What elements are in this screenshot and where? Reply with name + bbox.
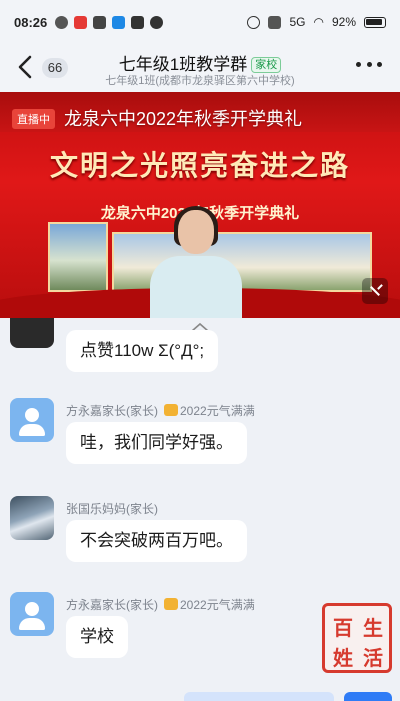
live-badge: 直播中 — [12, 109, 55, 129]
stamp-char: 生 — [363, 618, 383, 640]
wifi-icon: ◠ — [313, 15, 324, 29]
school-tag: 家校 — [251, 57, 282, 73]
network-label: 5G — [289, 15, 306, 29]
app-notification-icon — [131, 15, 145, 29]
sender-name: 方永嘉家长(家长) 2022元气满满 — [66, 596, 255, 613]
status-time: 08:26 — [14, 14, 48, 30]
stamp-char: 姓 — [333, 648, 353, 670]
sender-title: 2022元气满满 — [180, 404, 255, 418]
medal-icon — [164, 404, 178, 416]
school-photo-left — [48, 222, 108, 292]
fullscreen-icon[interactable] — [362, 278, 388, 304]
watermark-stamp: 百 生 姓 活 — [322, 603, 392, 673]
sender-name-text: 方永嘉家长(家长) — [66, 598, 158, 612]
alarm-icon — [247, 15, 261, 29]
avatar[interactable] — [10, 592, 54, 636]
sender-name: 方永嘉家长(家长) 2022元气满满 — [66, 402, 255, 419]
message-bubble[interactable]: 不会突破两百万吧。 — [66, 520, 247, 562]
medal-icon — [164, 598, 178, 610]
message-bubble[interactable]: 点赞110w Σ(°Д°; — [66, 330, 219, 372]
app-notification-icon — [93, 15, 107, 29]
sender-name-text: 方永嘉家长(家长) — [66, 404, 158, 418]
avatar[interactable] — [10, 318, 54, 348]
presenter-image — [150, 206, 242, 318]
message-bubble[interactable]: 学校 — [66, 616, 128, 658]
live-video-player[interactable]: 直播中 龙泉六中2022年秋季开学典礼 文明之光照亮奋进之路 龙泉六中2022年… — [0, 92, 400, 318]
stamp-char: 百 — [333, 618, 353, 640]
notification-icons — [55, 15, 164, 29]
stamp-char: 活 — [363, 648, 383, 670]
app-notification-icon — [74, 15, 88, 29]
live-title: 龙泉六中2022年秋季开学典礼 — [64, 109, 303, 129]
send-button-edge[interactable] — [344, 692, 392, 701]
avatar[interactable] — [10, 398, 54, 442]
message-bubble[interactable]: 哇，我们同学好强。 — [66, 422, 247, 464]
input-area-edge[interactable] — [184, 692, 334, 701]
group-subtitle: 七年级1班(成都市龙泉驿区第六中学校) — [105, 75, 295, 87]
app-notification-icon — [150, 15, 164, 29]
app-notification-icon — [112, 15, 126, 29]
app-notification-icon — [55, 15, 69, 29]
battery-icon — [364, 16, 386, 28]
chat-header: 66 七年级1班教学群 家校 七年级1班(成都市龙泉驿区第六中学校) — [0, 44, 400, 92]
battery-percent: 92% — [331, 15, 356, 29]
status-bar: 08:26 5G ◠ 92% — [0, 0, 400, 44]
more-options-icon[interactable] — [356, 62, 382, 68]
sender-name: 张国乐妈妈(家长) — [66, 502, 158, 516]
avatar[interactable] — [10, 496, 54, 540]
sender-title: 2022元气满满 — [180, 598, 255, 612]
hd-icon — [268, 15, 282, 29]
banner-headline: 文明之光照亮奋进之路 — [49, 150, 350, 181]
